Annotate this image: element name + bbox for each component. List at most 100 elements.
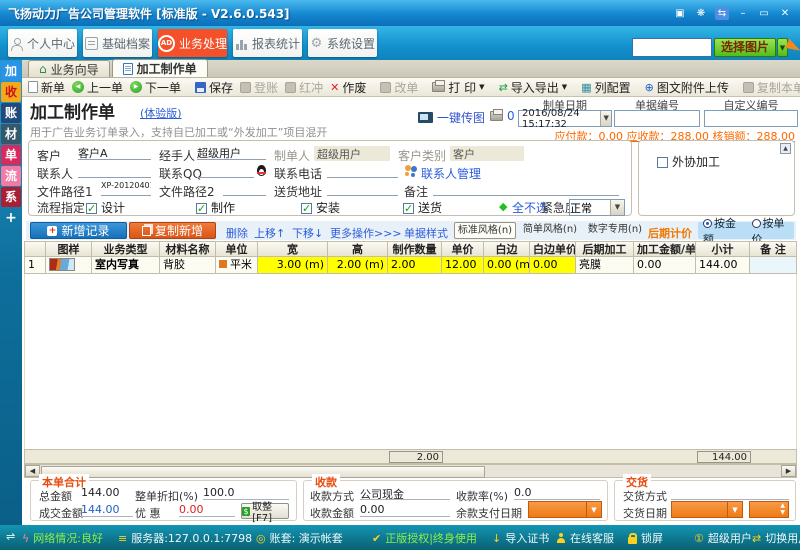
sidebar-item-add[interactable]: 加 bbox=[1, 61, 21, 81]
nav-personal-center[interactable]: 个人中心 bbox=[8, 29, 77, 57]
move-down-link[interactable]: 下移↓ bbox=[292, 225, 323, 241]
tab-work-order[interactable]: 加工制作单 bbox=[112, 59, 208, 77]
sidebar-item-system[interactable]: 系 bbox=[1, 187, 21, 207]
outsource-checkbox[interactable]: 外协加工 bbox=[657, 153, 720, 170]
delivery-time-spinner[interactable] bbox=[749, 501, 789, 518]
connection-swap-icon[interactable]: ⇌ bbox=[6, 530, 15, 543]
header-margin-price[interactable]: 白边单价 bbox=[530, 241, 576, 257]
header-unit[interactable]: 单位 bbox=[216, 241, 258, 257]
header-margin[interactable]: 白边 bbox=[484, 241, 530, 257]
thumbnail-image[interactable] bbox=[49, 258, 75, 271]
save-button[interactable]: 保存 bbox=[195, 79, 233, 96]
add-record-button[interactable]: +新增记录 bbox=[30, 222, 127, 239]
row-margin-price[interactable]: 0.00 bbox=[530, 257, 576, 274]
path1-input[interactable]: XP-201204011627:C:\ bbox=[101, 181, 151, 196]
bill-style-link[interactable]: 单据样式 bbox=[404, 225, 448, 241]
skin-icon[interactable]: ❋ bbox=[694, 7, 708, 20]
pay-rate-input[interactable]: 0.0 bbox=[514, 486, 600, 500]
one-click-upload-link[interactable]: 一键传图 bbox=[418, 109, 485, 126]
row-width[interactable]: 3.00 (m) bbox=[258, 257, 328, 274]
row-subtotal[interactable]: 144.00 bbox=[696, 257, 750, 274]
header-material[interactable]: 材料名称 bbox=[160, 241, 216, 257]
table-empty-area[interactable] bbox=[24, 274, 797, 449]
scroll-left-icon[interactable]: ◀ bbox=[25, 465, 40, 477]
contact-input[interactable] bbox=[78, 163, 151, 178]
switch-user-button[interactable]: ⇄切换用户 bbox=[752, 530, 800, 546]
header-price[interactable]: 单价 bbox=[442, 241, 484, 257]
header-remark[interactable]: 备 注 bbox=[750, 241, 797, 257]
printer-icon[interactable] bbox=[490, 111, 503, 121]
sidebar-item-material[interactable]: 材 bbox=[1, 124, 21, 144]
more-actions-link[interactable]: 更多操作>>> bbox=[330, 225, 402, 241]
maximize-button[interactable]: ▭ bbox=[757, 7, 771, 20]
nav-system-settings[interactable]: ⚙ 系统设置 bbox=[308, 29, 377, 57]
qq-icon[interactable] bbox=[257, 165, 266, 176]
off-input[interactable]: 0.00 bbox=[179, 503, 235, 517]
header-finishing[interactable]: 后期加工 bbox=[576, 241, 634, 257]
sidebar-item-bill[interactable]: 单 bbox=[1, 145, 21, 165]
nav-base-archives[interactable]: 基础档案 bbox=[83, 29, 152, 57]
row-finishing[interactable]: 亮膜 bbox=[576, 257, 634, 274]
pay-amount-input[interactable]: 0.00 bbox=[360, 503, 450, 517]
switch-window-icon[interactable]: ⇆ bbox=[715, 7, 729, 20]
online-support-button[interactable]: 在线客服 bbox=[556, 530, 614, 546]
scroll-right-icon[interactable]: ▶ bbox=[781, 465, 796, 477]
header-subtotal[interactable]: 小计 bbox=[696, 241, 750, 257]
delete-link[interactable]: 删除 bbox=[226, 225, 248, 241]
delivery-date-select[interactable]: ▼ bbox=[671, 501, 743, 518]
attachment-upload-button[interactable]: ⊕图文附件上传 bbox=[645, 79, 729, 96]
horizontal-scrollbar[interactable]: ◀ ▶ bbox=[24, 464, 797, 478]
header-type[interactable]: 业务类型 bbox=[92, 241, 160, 257]
balance-date-select[interactable]: ▼ bbox=[528, 501, 602, 518]
header-thumb[interactable]: 图样 bbox=[46, 241, 92, 257]
header-index[interactable] bbox=[24, 241, 46, 257]
row-material[interactable]: 背胶 bbox=[160, 257, 216, 274]
header-finishing-amount[interactable]: 加工金额/单价 bbox=[634, 241, 696, 257]
prev-bill-button[interactable]: ◀上一单 bbox=[72, 79, 123, 96]
copy-add-button[interactable]: 复制新增 bbox=[129, 222, 216, 239]
style-tab-standard[interactable]: 标准风格(n) bbox=[454, 222, 516, 239]
row-finishing-amount[interactable]: 0.00 bbox=[634, 257, 696, 274]
customer-input[interactable]: 客户A bbox=[78, 145, 151, 160]
bill-date-input[interactable]: 2016/08/24 15:17:32 ▼ bbox=[518, 110, 612, 127]
handler-input[interactable]: 超级用户 bbox=[197, 145, 266, 160]
nav-business-processing[interactable]: AD 业务处理 bbox=[158, 29, 227, 57]
urgency-select[interactable]: 正常 ▼ bbox=[569, 199, 625, 216]
row-margin[interactable]: 0.00 (m) bbox=[484, 257, 530, 274]
flow-deliver-checkbox[interactable]: 送货 bbox=[403, 199, 442, 216]
row-price[interactable]: 12.00 bbox=[442, 257, 484, 274]
path2-input[interactable] bbox=[223, 181, 266, 196]
next-bill-button[interactable]: ▶下一单 bbox=[130, 79, 181, 96]
collapse-icon[interactable]: ▲ bbox=[780, 143, 791, 154]
scrollbar-thumb[interactable] bbox=[41, 466, 485, 478]
delivery-method-input[interactable] bbox=[671, 486, 789, 500]
bill-no-input[interactable] bbox=[614, 110, 700, 127]
row-remark[interactable] bbox=[750, 257, 797, 274]
image-search-input[interactable] bbox=[632, 38, 712, 57]
sidebar-item-account[interactable]: 账 bbox=[1, 103, 21, 123]
pick-image-button[interactable]: 选择图片 bbox=[714, 38, 776, 57]
print-button[interactable]: 打 印▼ bbox=[432, 79, 484, 96]
sidebar-item-plus[interactable]: + bbox=[1, 208, 21, 228]
qq-input[interactable] bbox=[197, 163, 254, 178]
sidebar-item-receive[interactable]: 收 bbox=[1, 82, 21, 102]
chevron-down-icon[interactable]: ▼ bbox=[600, 111, 611, 126]
row-unit[interactable]: 平米 bbox=[216, 257, 258, 274]
style-tab-numeric[interactable]: 数字专用(n) bbox=[584, 222, 646, 239]
screenshot-icon[interactable]: ▣ bbox=[673, 7, 687, 20]
custom-no-input[interactable] bbox=[704, 110, 798, 127]
pay-method-input[interactable]: 公司现金 bbox=[360, 486, 450, 500]
flow-make-checkbox[interactable]: 制作 bbox=[196, 199, 235, 216]
row-type[interactable]: 室内写真 bbox=[92, 257, 160, 274]
address-input[interactable] bbox=[327, 181, 398, 196]
table-row[interactable]: 1 室内写真 背胶 平米 3.00 (m) 2.00 (m) 2.00 12.0… bbox=[24, 257, 797, 274]
new-bill-button[interactable]: 新单 bbox=[28, 79, 65, 96]
column-config-button[interactable]: ▦列配置 bbox=[581, 79, 630, 96]
minimize-button[interactable]: – bbox=[736, 7, 750, 20]
header-width[interactable]: 宽 bbox=[258, 241, 328, 257]
style-tab-simple[interactable]: 简单风格(n) bbox=[519, 222, 581, 239]
lock-screen-button[interactable]: 锁屏 bbox=[628, 530, 663, 546]
header-qty[interactable]: 制作数量 bbox=[388, 241, 442, 257]
nav-report-statistics[interactable]: 报表统计 bbox=[233, 29, 302, 57]
phone-input[interactable] bbox=[327, 163, 398, 178]
